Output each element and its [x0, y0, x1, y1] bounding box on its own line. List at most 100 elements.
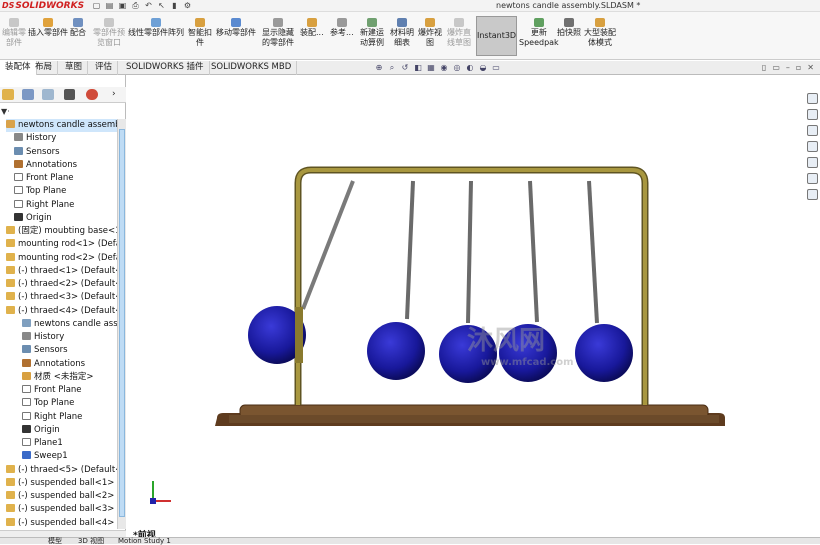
- scrollbar-thumb[interactable]: [119, 129, 125, 517]
- window-controls: ▯ ▭ – ▫ ✕: [762, 63, 814, 72]
- tree-vertical-scrollbar[interactable]: [117, 119, 126, 529]
- tree-item[interactable]: (-) thraed<4> (Default<: [6, 305, 117, 318]
- tree-item[interactable]: (-) thraed<1> (Default<: [6, 265, 117, 278]
- ribbon-button-11[interactable]: 新建运 动算例: [360, 18, 384, 48]
- tab-4[interactable]: 评估: [90, 61, 119, 75]
- display-style-icon[interactable]: ◉: [439, 63, 449, 73]
- tile-icon[interactable]: ▭: [772, 63, 780, 72]
- filter-icon[interactable]: ▼·: [1, 107, 10, 116]
- tree-item[interactable]: Right Plane: [22, 411, 82, 424]
- undo-icon[interactable]: ↶: [144, 1, 153, 10]
- tree-item[interactable]: newtons candle assembly: [6, 119, 117, 132]
- tree-item[interactable]: History: [22, 331, 64, 344]
- property-manager-tab-icon[interactable]: [22, 89, 34, 100]
- select-icon[interactable]: ↖: [157, 1, 166, 10]
- configuration-manager-tab-icon[interactable]: [42, 89, 54, 100]
- tree-item[interactable]: (固定) moubting base<1: [6, 225, 117, 238]
- ribbon-button-label: 配合: [70, 28, 86, 37]
- forum-icon[interactable]: [807, 189, 818, 200]
- tree-item[interactable]: mounting rod<1> (Defa: [6, 238, 117, 251]
- print-icon[interactable]: ⎙: [131, 1, 140, 10]
- tree-item[interactable]: (-) thraed<3> (Default<: [6, 291, 117, 304]
- part-icon: [6, 226, 15, 234]
- ribbon-button-1[interactable]: 编辑零 部件: [2, 18, 26, 48]
- tree-item[interactable]: Annotations: [14, 159, 77, 172]
- ribbon-button-2[interactable]: 插入零部件: [28, 18, 68, 38]
- close-icon[interactable]: ✕: [807, 63, 814, 72]
- ribbon-button-6[interactable]: 智能扣 件: [188, 18, 212, 48]
- resources-icon[interactable]: [807, 109, 818, 120]
- tab-2[interactable]: 布局: [30, 61, 59, 75]
- ribbon-button-18[interactable]: 大型装配 体模式: [584, 18, 616, 48]
- options-gear-icon[interactable]: ⚙: [183, 1, 192, 10]
- tree-item[interactable]: Right Plane: [14, 199, 74, 212]
- ribbon-button-13[interactable]: 爆炸视 图: [418, 18, 442, 48]
- ribbon-button-4[interactable]: 零部件预 览窗口: [93, 18, 125, 48]
- tree-item[interactable]: Top Plane: [22, 397, 74, 410]
- zoom-fit-icon[interactable]: ⊕: [374, 63, 384, 73]
- file-explorer-icon[interactable]: [807, 141, 818, 152]
- home-icon[interactable]: [807, 93, 818, 104]
- tree-item[interactable]: Plane1: [22, 437, 63, 450]
- tree-item[interactable]: Front Plane: [14, 172, 74, 185]
- zoom-area-icon[interactable]: ⌕: [387, 63, 397, 73]
- tree-item[interactable]: Sensors: [14, 146, 60, 159]
- new-file-icon[interactable]: ▢: [92, 1, 101, 10]
- previous-view-icon[interactable]: ↺: [400, 63, 410, 73]
- rebuild-icon[interactable]: ▮: [170, 1, 179, 10]
- maximize-icon[interactable]: ▫: [796, 63, 801, 72]
- graphics-viewport[interactable]: 沐风网 www.mfcad.com: [127, 75, 805, 537]
- ribbon-button-14[interactable]: 爆炸直 线草图: [447, 18, 471, 48]
- ribbon-button-8[interactable]: 显示隐藏 的零部件: [262, 18, 294, 48]
- tree-item[interactable]: Front Plane: [22, 384, 82, 397]
- tree-item-label: mounting rod<1> (Defa: [18, 239, 117, 250]
- tree-item[interactable]: History: [14, 132, 56, 145]
- appearances-icon[interactable]: [807, 157, 818, 168]
- tree-item[interactable]: (-) thraed<5> (Default<: [6, 464, 117, 477]
- ribbon-button-5[interactable]: 线性零部件阵列: [128, 18, 184, 38]
- dimxpert-tab-icon[interactable]: [64, 89, 75, 100]
- tree-item[interactable]: Top Plane: [14, 185, 66, 198]
- tree-item[interactable]: (-) suspended ball<2> (: [6, 490, 117, 503]
- open-file-icon[interactable]: ▤: [105, 1, 114, 10]
- ribbon-button-3[interactable]: 配合: [70, 18, 86, 38]
- feature-manager-tab-icon[interactable]: [2, 89, 14, 100]
- tree-item[interactable]: Sensors: [22, 344, 68, 357]
- section-view-icon[interactable]: ◧: [413, 63, 423, 73]
- panel-expand-chevron-icon[interactable]: ›: [112, 89, 124, 100]
- tree-item[interactable]: (-) thraed<2> (Default<: [6, 278, 117, 291]
- scene-icon[interactable]: ◒: [478, 63, 488, 73]
- tree-item[interactable]: 材质 <未指定>: [22, 371, 93, 384]
- tree-item[interactable]: Annotations: [22, 358, 85, 371]
- ribbon-button-7[interactable]: 移动零部件: [216, 18, 256, 38]
- ribbon-button-12[interactable]: 材料明 细表: [390, 18, 414, 48]
- newtons-cradle-model[interactable]: [127, 75, 805, 537]
- tree-item[interactable]: (-) suspended ball<1> (: [6, 477, 117, 490]
- tree-item[interactable]: Origin: [14, 212, 52, 225]
- design-library-icon[interactable]: [807, 125, 818, 136]
- ribbon-button-17[interactable]: 拍快照: [557, 18, 581, 38]
- restore-icon[interactable]: ▯: [762, 63, 766, 72]
- tree-item[interactable]: mounting rod<2> (Defa: [6, 252, 117, 265]
- tree-item[interactable]: Origin: [22, 424, 60, 437]
- tree-item[interactable]: newtons candle asse: [22, 318, 117, 331]
- hide-show-icon[interactable]: ◎: [452, 63, 462, 73]
- ribbon-button-9[interactable]: 装配...: [300, 18, 324, 38]
- tree-item[interactable]: Sweep1: [22, 450, 68, 463]
- view-orientation-icon[interactable]: ▦: [426, 63, 436, 73]
- ribbon-button-15[interactable]: Instant3D: [476, 16, 518, 56]
- ribbon-button-10[interactable]: 参考...: [330, 18, 354, 38]
- custom-properties-icon[interactable]: [807, 173, 818, 184]
- view-settings-icon[interactable]: ▭: [491, 63, 501, 73]
- reference-geometry-icon: [336, 18, 347, 27]
- tree-item[interactable]: (-) suspended ball<4> (: [6, 517, 117, 530]
- save-icon[interactable]: ▣: [118, 1, 127, 10]
- tab-5[interactable]: SOLIDWORKS 插件: [121, 61, 210, 75]
- appearance-icon[interactable]: ◐: [465, 63, 475, 73]
- ribbon-button-16[interactable]: 更新 Speedpak: [519, 18, 559, 48]
- tab-6[interactable]: SOLIDWORKS MBD: [206, 61, 298, 75]
- tab-3[interactable]: 草图: [60, 61, 89, 75]
- display-manager-tab-icon[interactable]: [86, 89, 98, 100]
- minimize-icon[interactable]: –: [786, 63, 790, 72]
- tree-item[interactable]: (-) suspended ball<3> (: [6, 503, 117, 516]
